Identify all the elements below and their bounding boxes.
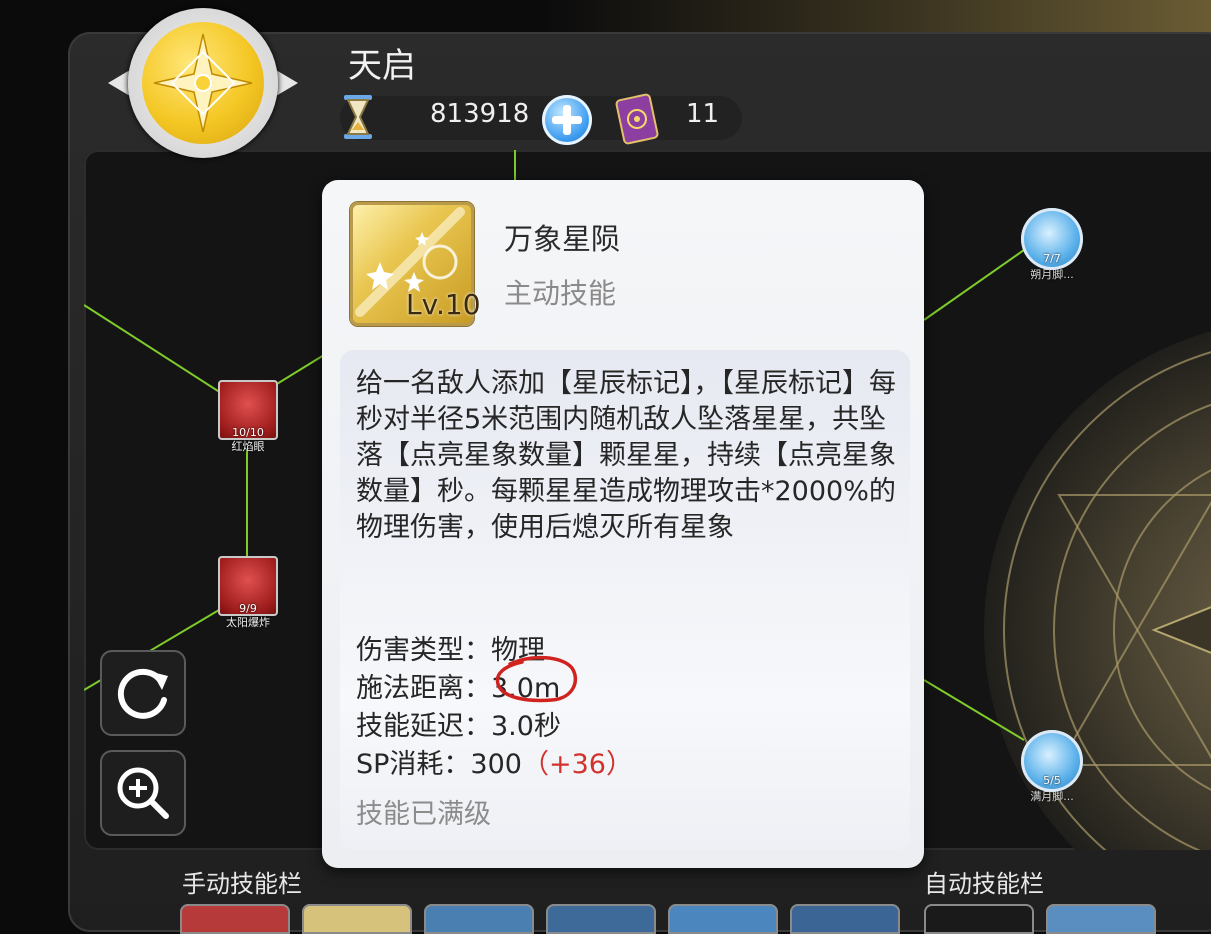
add-currency-button[interactable] (542, 95, 592, 145)
skill-tooltip: Lv.10 万象星陨 主动技能 给一名敌人添加【星辰标记】，【星辰标记】每秒对半… (322, 180, 924, 868)
manual-skill-bar-label: 手动技能栏 (182, 870, 302, 898)
skill-name: 万象星陨 (504, 222, 621, 256)
auto-skill-bar-label: 自动技能栏 (924, 870, 1044, 898)
skill-book-icon (614, 93, 660, 149)
currency-value: 813918 (430, 99, 530, 129)
sp-cost-label: SP消耗： (356, 749, 471, 780)
skill-node-name: 太阳爆炸 (226, 616, 270, 629)
flame-skill-icon: 10/10 (218, 380, 278, 440)
manual-skill-slot[interactable] (668, 904, 778, 934)
manual-skill-slot[interactable] (790, 904, 900, 934)
skill-description-box: 给一名敌人添加【星辰标记】，【星辰标记】每秒对半径5米范围内随机敌人坠落星星，共… (340, 350, 910, 850)
skill-node-name: 红焰眼 (231, 440, 265, 453)
skill-node-level: 5/5 (1043, 774, 1061, 787)
skill-description: 给一名敌人添加【星辰标记】，【星辰标记】每秒对半径5米范围内随机敌人坠落星星，共… (356, 368, 896, 543)
damage-type-label: 伤害类型： (356, 635, 491, 666)
skill-level-badge: Lv.10 (406, 288, 481, 321)
skill-delay-value: 3.0秒 (491, 711, 561, 742)
sun-skill-icon: 9/9 (218, 556, 278, 616)
hourglass-icon (338, 92, 378, 146)
manual-skill-slot[interactable] (180, 904, 290, 934)
sp-cost-bonus: （+36） (521, 749, 633, 780)
skill-delay-row: 技能延迟：3.0秒 (356, 704, 561, 743)
class-title: 天启 (348, 46, 416, 86)
skill-node-level: 7/7 (1043, 252, 1061, 265)
plus-icon (552, 105, 582, 135)
skill-node-level: 9/9 (239, 602, 257, 615)
manual-skill-slot[interactable] (302, 904, 412, 934)
skill-maxed-text: 技能已满级 (356, 799, 491, 830)
resource-bar (340, 96, 742, 140)
auto-skill-slot[interactable] (1046, 904, 1156, 934)
skill-node-level: 10/10 (232, 426, 264, 439)
sp-cost-row: SP消耗：300（+36） (356, 742, 633, 781)
class-emblem (108, 8, 298, 158)
manual-skill-slot[interactable] (546, 904, 656, 934)
auto-skill-slot[interactable] (924, 904, 1034, 934)
reset-button[interactable] (100, 650, 186, 736)
kick-skill-icon: 5/5 (1021, 730, 1083, 792)
cast-range-label: 施法距离： (356, 673, 491, 704)
skill-type: 主动技能 (504, 277, 617, 310)
skill-node-red-eye[interactable]: 10/10 红焰眼 (216, 380, 280, 454)
red-annotation-circle (495, 655, 578, 703)
skill-delay-label: 技能延迟： (356, 711, 491, 742)
emblem-icon (142, 22, 264, 144)
skill-node-sun-burst[interactable]: 9/9 太阳爆炸 (216, 556, 280, 630)
manual-skill-slot[interactable] (424, 904, 534, 934)
zoom-button[interactable] (100, 750, 186, 836)
zoom-in-icon (117, 767, 169, 819)
kick-skill-icon: 7/7 (1021, 208, 1083, 270)
refresh-icon (117, 668, 168, 719)
skill-points-value: 11 (686, 99, 720, 129)
skill-node-full-moon-kick[interactable]: 5/5 满月脚... (1012, 730, 1092, 804)
sp-cost-value: 300 (470, 749, 522, 780)
skill-node-new-moon-kick[interactable]: 7/7 朔月脚... (1012, 208, 1092, 282)
